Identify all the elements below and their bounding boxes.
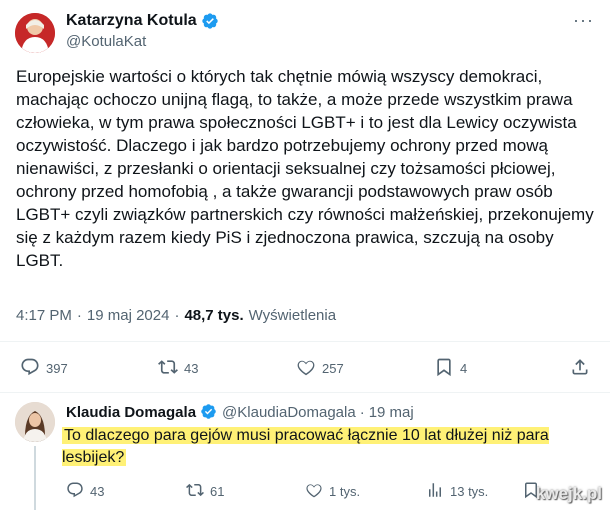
views-count: 48,7 tys. xyxy=(184,307,244,324)
share-icon xyxy=(570,357,590,380)
tweet-time[interactable]: 4:17 PM xyxy=(16,307,72,324)
heart-icon xyxy=(296,357,316,380)
meta-separator: · xyxy=(174,307,180,324)
bookmark-icon xyxy=(434,357,454,380)
divider xyxy=(0,392,610,393)
share-button[interactable] xyxy=(570,356,590,380)
bookmark-count: 4 xyxy=(460,360,468,376)
reply-text: To dlaczego para gejów musi pracować łąc… xyxy=(62,425,552,469)
reply-author-handle[interactable]: @KlaudiaDomagala xyxy=(222,404,356,421)
like-count: 257 xyxy=(322,360,344,376)
watermark-logo: kwejk.pl xyxy=(535,484,602,503)
reply-reply-button[interactable]: 43 xyxy=(66,481,104,502)
reply-author-avatar[interactable] xyxy=(15,402,55,442)
verified-badge-icon xyxy=(200,403,218,421)
reply-retweet-button[interactable]: 61 xyxy=(186,481,224,502)
more-options-button[interactable]: ··· xyxy=(573,10,594,31)
reply-like-button[interactable]: 1 tys. xyxy=(305,481,360,502)
analytics-icon xyxy=(426,481,444,502)
retweet-button[interactable]: 43 xyxy=(158,356,198,380)
author-handle[interactable]: @KotulaKat xyxy=(66,33,146,50)
reply-button[interactable]: 397 xyxy=(20,356,68,380)
retweet-icon xyxy=(186,481,204,502)
reply-count: 397 xyxy=(46,360,68,376)
author-avatar[interactable] xyxy=(15,13,55,53)
reply-date[interactable]: 19 maj xyxy=(369,404,414,421)
reply-retweet-count: 61 xyxy=(210,484,225,499)
reply-icon xyxy=(66,481,84,502)
tweet-meta: 4:17 PM · 19 maj 2024 · 48,7 tys. Wyświe… xyxy=(16,307,336,324)
reply-views-button[interactable]: 13 tys. xyxy=(426,481,488,502)
divider xyxy=(0,341,610,342)
retweet-count: 43 xyxy=(184,360,199,376)
reply-text-highlight: To dlaczego para gejów musi pracować łąc… xyxy=(62,427,549,466)
reply-views-count: 13 tys. xyxy=(450,484,489,499)
verified-badge-icon xyxy=(201,12,219,30)
reply-author-name[interactable]: Klaudia Domagala xyxy=(66,404,196,421)
author-name[interactable]: Katarzyna Kotula xyxy=(66,12,197,30)
reply-reply-count: 43 xyxy=(90,484,105,499)
heart-icon xyxy=(305,481,323,502)
tweet-text: Europejskie wartości o których tak chętn… xyxy=(16,67,594,270)
tweet-date[interactable]: 19 maj 2024 xyxy=(87,307,170,324)
thread-line xyxy=(34,446,36,510)
author-name-row[interactable]: Katarzyna Kotula xyxy=(66,12,219,30)
views-label: Wyświetlenia xyxy=(248,307,337,324)
meta-separator: · xyxy=(76,307,82,324)
retweet-icon xyxy=(158,357,178,380)
meta-separator: · xyxy=(359,403,365,421)
reply-like-count: 1 tys. xyxy=(329,484,361,499)
like-button[interactable]: 257 xyxy=(296,356,344,380)
bookmark-button[interactable]: 4 xyxy=(434,356,467,380)
reply-header: Klaudia Domagala @KlaudiaDomagala · 19 m… xyxy=(66,403,414,421)
reply-icon xyxy=(20,357,40,380)
